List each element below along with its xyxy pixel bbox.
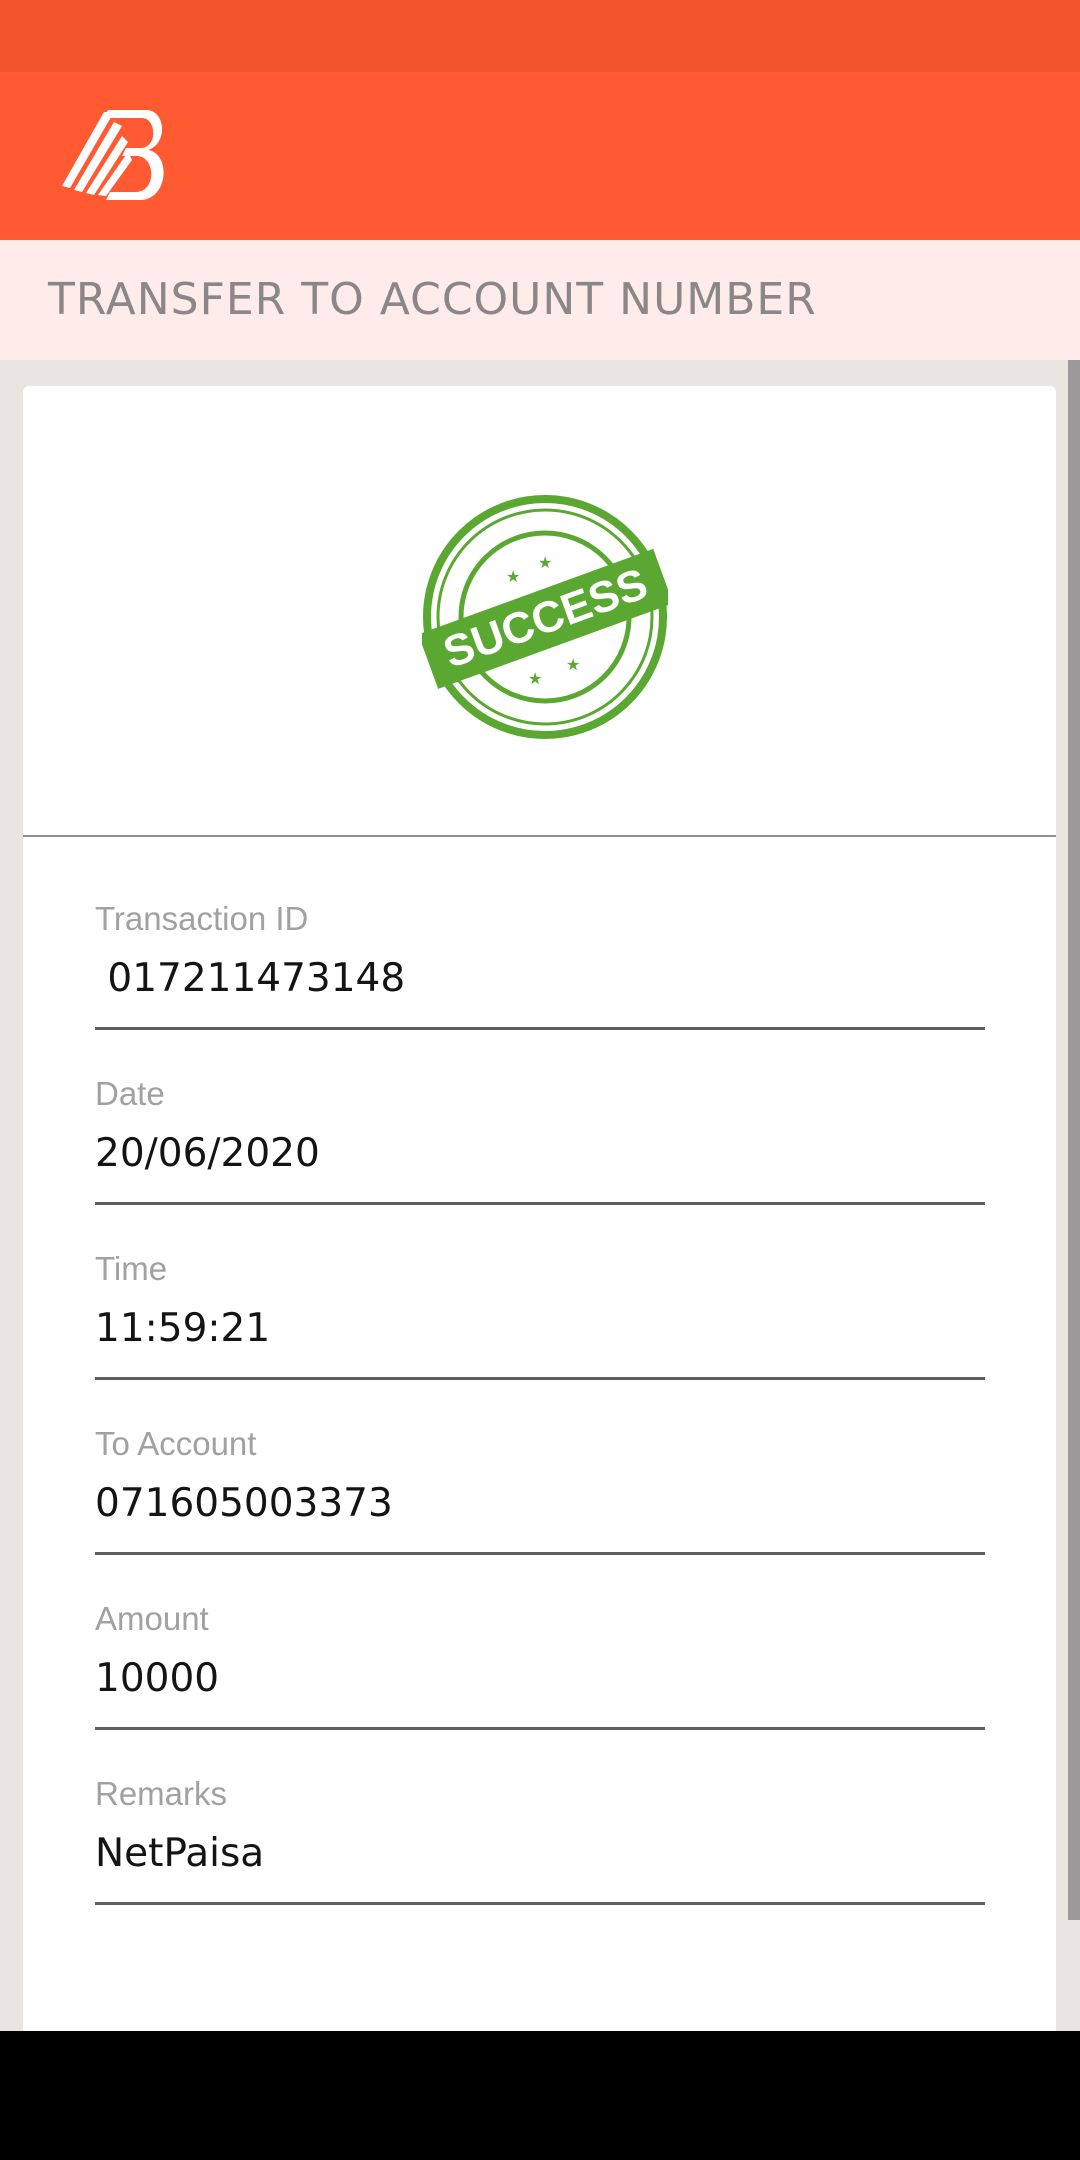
remarks-label: Remarks [95, 1775, 228, 1812]
field-underline [95, 1552, 985, 1555]
bank-logo [62, 110, 164, 201]
success-stamp-icon: ★ ★ ★ ★ SUCCESS [422, 495, 668, 739]
app-bar [0, 72, 1080, 240]
status-bar [0, 0, 1080, 72]
amount-label: Amount [95, 1600, 209, 1637]
transaction-id-label: Transaction ID [95, 900, 309, 937]
to-account-value: 071605003373 [95, 1481, 393, 1526]
date-label: Date [95, 1075, 165, 1112]
remarks-value: NetPaisa [95, 1831, 265, 1876]
svg-text:★: ★ [566, 655, 580, 674]
svg-text:★: ★ [506, 567, 520, 586]
transaction-id-value: 017211473148 [95, 956, 406, 1001]
amount-value: 10000 [95, 1656, 220, 1701]
field-underline [95, 1727, 985, 1730]
date-value: 20/06/2020 [95, 1131, 320, 1176]
scrollbar[interactable] [1068, 360, 1080, 1920]
svg-text:★: ★ [538, 553, 552, 572]
field-underline [95, 1902, 985, 1905]
field-underline [95, 1202, 985, 1205]
svg-text:★: ★ [528, 669, 542, 688]
field-underline [95, 1027, 985, 1030]
page-title: TRANSFER TO ACCOUNT NUMBER [48, 274, 817, 325]
field-underline [95, 1377, 985, 1380]
receipt-card: ★ ★ ★ ★ SUCCESS Transaction ID 017211473… [23, 386, 1056, 2160]
divider [23, 835, 1056, 837]
to-account-label: To Account [95, 1425, 257, 1462]
title-band: TRANSFER TO ACCOUNT NUMBER [0, 240, 1080, 360]
time-value: 11:59:21 [95, 1306, 271, 1351]
navigation-bar [0, 2031, 1080, 2160]
time-label: Time [95, 1250, 168, 1287]
